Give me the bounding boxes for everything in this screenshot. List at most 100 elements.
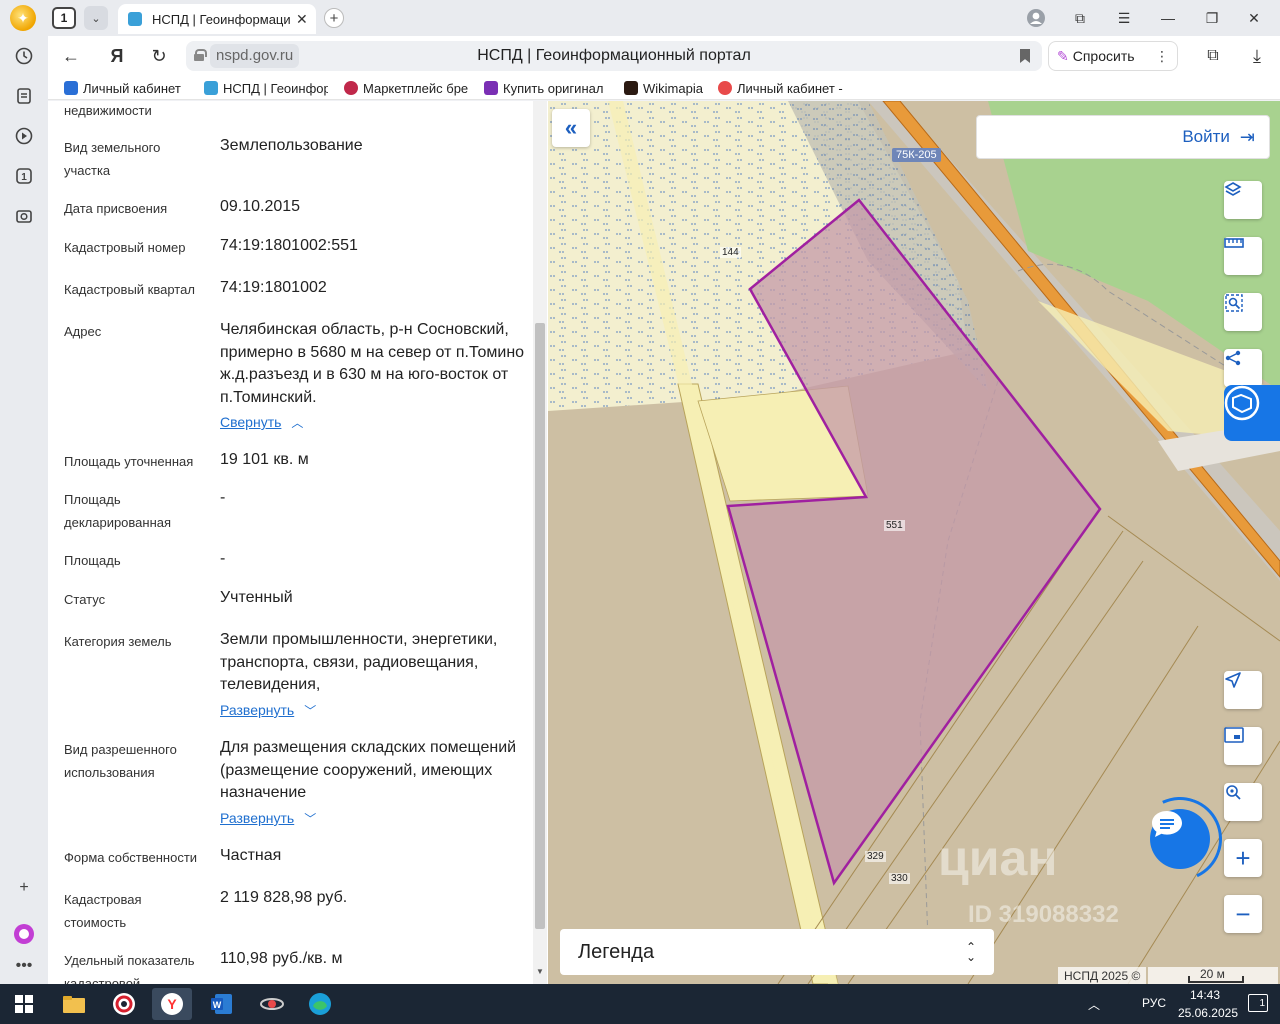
geo-search-icon [1226, 785, 1241, 800]
active-tab-title: НСПД | Геоинформаци [152, 11, 290, 27]
media-play-icon[interactable] [12, 124, 36, 148]
address-bar[interactable]: nspd.gov.ru НСПД | Геоинформационный пор… [186, 41, 1042, 71]
field-label: Кадастровый номер [64, 240, 186, 255]
field-value: - [220, 489, 226, 506]
tab-one-icon[interactable]: 1 [12, 164, 36, 188]
expand-permitted-use-link[interactable]: Развернуть ﹀ [220, 810, 316, 827]
bookmark-label: Wikimapia [643, 80, 703, 96]
scale-bar: 20 м [1148, 967, 1278, 984]
field-value: - [220, 550, 226, 567]
screenshot-camera-icon[interactable] [12, 204, 36, 228]
chevron-down-icon: ﹀ [304, 812, 317, 826]
field-label: Кадастровая стоимость [64, 892, 142, 930]
login-label: Войти [1182, 127, 1230, 146]
minimize-window-icon[interactable]: — [1154, 6, 1182, 30]
restore-window-icon[interactable]: ❐ [1198, 6, 1226, 30]
share-button[interactable] [1224, 349, 1262, 387]
history-icon[interactable] [12, 44, 36, 68]
navigation-bar: ← Я ↻ nspd.gov.ru НСПД | Геоинформационн… [48, 36, 1280, 76]
bookmark-item[interactable]: НСПД | Геоинфор [204, 80, 328, 96]
field-label: Площадь уточненная [64, 454, 194, 469]
scroll-thumb[interactable] [535, 323, 545, 929]
area-search-button[interactable] [1224, 293, 1262, 331]
geo-search-button[interactable] [1224, 783, 1262, 821]
field-label: Площадь декларированная [64, 492, 172, 530]
field-value: 74:19:1801002 [220, 279, 327, 296]
ask-button[interactable]: ✎ Спросить ⋮ [1048, 41, 1178, 71]
scale-label: 20 м [1200, 967, 1225, 981]
clock-date[interactable]: 25.06.2025 [1178, 1006, 1238, 1020]
collections-icon[interactable]: ⧉ [1066, 6, 1094, 30]
language-indicator[interactable]: РУС [1142, 996, 1166, 1010]
share-icon [1225, 350, 1241, 366]
panel-scrollbar[interactable]: ▼ [533, 101, 547, 984]
permitted-use-value: Для размещения складских помещений (разм… [220, 739, 517, 801]
layers-button[interactable] [1224, 181, 1262, 219]
add-panel-icon[interactable]: + [12, 876, 36, 900]
c-app-icon[interactable] [104, 988, 144, 1020]
collapse-address-link[interactable]: Свернуть ︿ [220, 414, 303, 431]
collapse-label: Свернуть [220, 414, 282, 430]
svg-text:W: W [213, 1000, 222, 1010]
svg-text:Y: Y [167, 996, 177, 1012]
yandex-browser-logo-icon[interactable]: ✦ [10, 5, 36, 31]
ruler-button[interactable] [1224, 237, 1262, 275]
scroll-down-arrow-icon[interactable]: ▼ [536, 967, 544, 976]
close-tab-icon[interactable]: ✕ [296, 11, 308, 28]
bookmark-item[interactable]: Купить оригинал [484, 80, 608, 96]
file-explorer-icon[interactable] [54, 988, 94, 1020]
notes-icon[interactable] [12, 84, 36, 108]
active-tab[interactable]: НСПД | Геоинформаци ✕ [118, 4, 316, 34]
yandex-y-icon[interactable]: Я [104, 44, 130, 68]
region-map-icon [1224, 385, 1260, 421]
chat-button[interactable] [1150, 809, 1210, 869]
browser-menu-icon[interactable]: ☰ [1110, 6, 1138, 30]
svg-text:1: 1 [21, 172, 27, 183]
status-value: Учтенный [220, 589, 293, 606]
bookmark-item[interactable]: Личный кабинет - [718, 80, 848, 96]
ask-label: Спросить [1072, 48, 1135, 64]
map-view[interactable]: 75К-205 144 551 329 330 циан ID 31908833… [548, 101, 1280, 984]
word-icon[interactable]: W [202, 988, 242, 1020]
road-label: 75К-205 [892, 148, 941, 162]
edge-icon[interactable] [300, 988, 340, 1020]
bookmark-item[interactable]: Wikimapia [624, 80, 714, 96]
tab-counter-button[interactable]: 1 [52, 7, 76, 29]
alice-assistant-icon[interactable] [12, 922, 36, 946]
start-windows-icon[interactable] [4, 988, 44, 1020]
back-arrow-icon[interactable]: ← [58, 44, 84, 68]
zoom-in-button[interactable]: + [1224, 839, 1262, 877]
field-label: Кадастровый квартал [64, 282, 195, 297]
field-label: Площадь [64, 553, 121, 568]
zoom-out-button[interactable]: − [1224, 895, 1262, 933]
bookmark-label: Личный кабинет [83, 80, 181, 96]
yandex-browser-taskbar-icon[interactable]: Y [152, 988, 192, 1020]
side-widget-button[interactable] [1224, 385, 1280, 441]
close-window-icon[interactable]: ✕ [1240, 6, 1268, 30]
reload-icon[interactable]: ↻ [146, 44, 172, 68]
profile-avatar-icon[interactable] [1022, 6, 1050, 30]
bookmark-item[interactable]: Личный кабинет [64, 80, 188, 96]
cian-watermark-id: ID 319088332 [968, 901, 1119, 928]
collapse-panel-button[interactable]: « [552, 109, 590, 147]
minimap-button[interactable] [1224, 727, 1262, 765]
minimap-icon [1224, 727, 1244, 743]
bookmark-item[interactable]: Маркетплейс бре [344, 80, 468, 96]
field-label: Статус [64, 592, 106, 607]
tray-overflow-chevron-icon[interactable]: ︿ [1088, 996, 1100, 1013]
expand-category-link[interactable]: Развернуть ﹀ [220, 702, 316, 719]
notification-center-icon[interactable]: 1 [1248, 994, 1268, 1012]
locate-me-button[interactable] [1224, 671, 1262, 709]
new-tab-button[interactable]: + [324, 8, 344, 28]
login-button[interactable]: Войти ⇥ [976, 115, 1270, 159]
ask-more-icon[interactable]: ⋮ [1155, 48, 1169, 65]
collections-sidebar-icon[interactable]: ⧉ [1200, 44, 1226, 68]
tabs-dropdown-chevron-icon[interactable]: ⌄ [84, 6, 108, 30]
clock-time[interactable]: 14:43 [1190, 988, 1220, 1002]
field-label: Удельный показатель кадастровой [64, 953, 195, 984]
network-app-icon[interactable] [252, 988, 292, 1020]
cian-watermark: циан [938, 830, 1058, 886]
legend-toggle[interactable]: Легенда ⌃ ⌄ [560, 929, 994, 975]
downloads-icon[interactable]: ⤓ [1244, 44, 1270, 68]
more-dots-icon[interactable]: ••• [12, 954, 36, 978]
